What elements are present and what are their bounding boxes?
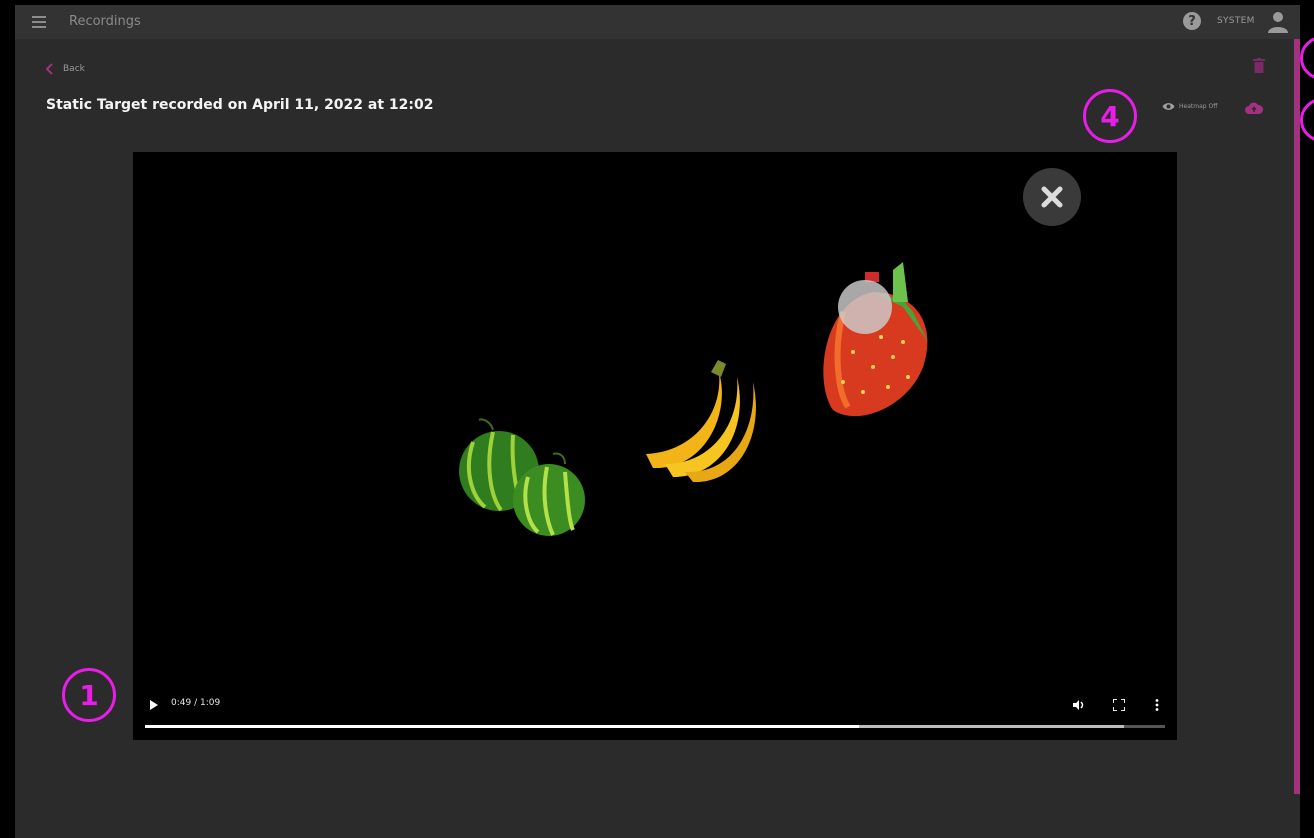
callout-partial-b xyxy=(1300,98,1314,142)
user-icon[interactable] xyxy=(1268,11,1288,33)
watermelon-image xyxy=(459,418,585,536)
play-icon[interactable] xyxy=(149,700,159,710)
page-title: Static Target recorded on April 11, 2022… xyxy=(46,97,434,113)
app-title: Recordings xyxy=(69,14,141,29)
user-name[interactable]: SYSTEM xyxy=(1217,16,1255,26)
cloud-upload-icon[interactable] xyxy=(1245,101,1263,115)
heatmap-toggle[interactable]: Heatmap Off xyxy=(1162,102,1217,111)
close-icon xyxy=(1041,186,1063,208)
scrollbar-thumb[interactable] xyxy=(1294,39,1300,794)
scrollbar[interactable] xyxy=(1294,39,1300,794)
video-controls: 0:49 / 1:09 xyxy=(133,690,1177,740)
help-icon[interactable]: ? xyxy=(1183,12,1201,30)
video-player[interactable]: 0:49 / 1:09 xyxy=(133,152,1177,740)
video-played-bar xyxy=(145,725,859,728)
back-label: Back xyxy=(63,64,85,74)
callout-4: 4 xyxy=(1083,89,1137,143)
trash-icon[interactable] xyxy=(1253,58,1265,73)
more-options-icon[interactable] xyxy=(1155,699,1159,711)
video-frame xyxy=(459,262,928,536)
menu-icon[interactable] xyxy=(32,16,46,28)
heatmap-label: Heatmap Off xyxy=(1179,103,1218,110)
video-progress-bar[interactable] xyxy=(145,725,1165,728)
gaze-point xyxy=(838,280,892,334)
banana-image xyxy=(646,360,756,483)
eye-icon xyxy=(1162,103,1175,110)
video-time: 0:49 / 1:09 xyxy=(171,698,221,708)
top-bar: Recordings ? SYSTEM xyxy=(15,5,1300,39)
volume-icon[interactable] xyxy=(1073,699,1085,711)
callout-partial-a xyxy=(1300,36,1314,80)
callout-1: 1 xyxy=(62,668,116,722)
fullscreen-icon[interactable] xyxy=(1113,699,1125,711)
chevron-left-icon xyxy=(45,63,53,75)
video-close-overlay[interactable] xyxy=(1023,168,1081,226)
back-link[interactable]: Back xyxy=(45,63,85,75)
